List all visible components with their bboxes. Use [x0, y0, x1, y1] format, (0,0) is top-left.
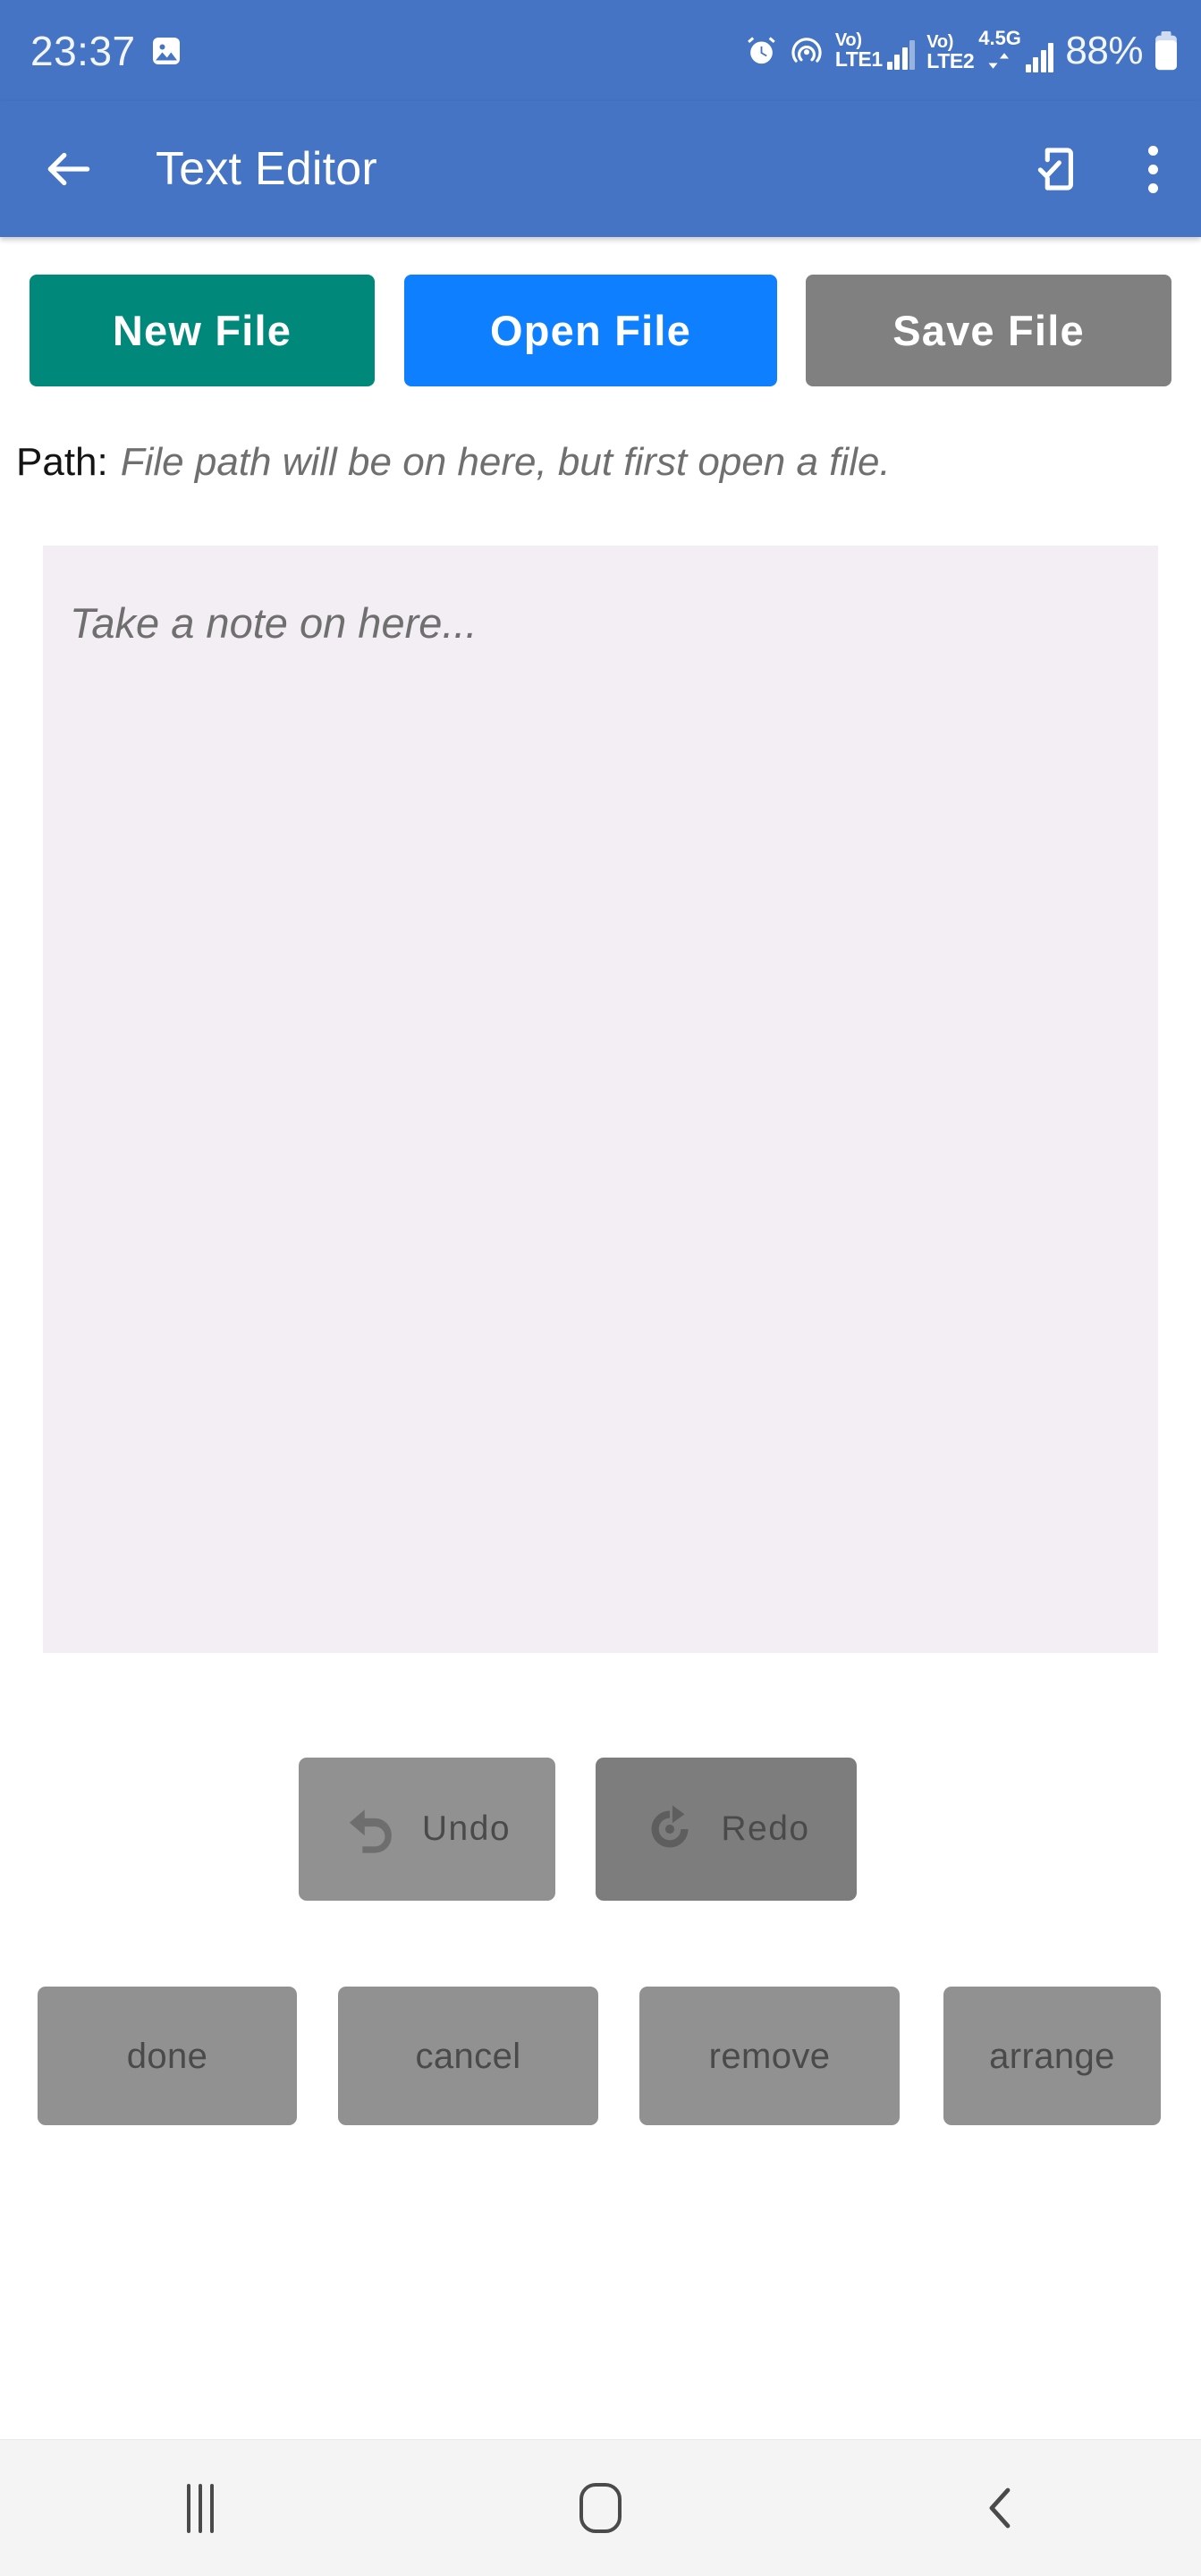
open-file-button[interactable]: Open File: [404, 275, 777, 386]
status-bar-right: Vo) LTE1 Vo) LTE2 4.5G 88%: [745, 27, 1178, 73]
cancel-button[interactable]: cancel: [338, 1987, 598, 2125]
app-bar: Text Editor: [0, 101, 1201, 237]
redo-button[interactable]: Redo: [596, 1758, 857, 1901]
home-icon[interactable]: [520, 2440, 681, 2576]
sim2-network-label: LTE2: [926, 49, 975, 73]
app-bar-actions: [1032, 135, 1174, 204]
file-actions-row: New File Open File Save File: [0, 275, 1201, 394]
hotspot-icon: [790, 34, 824, 68]
recents-icon[interactable]: [120, 2440, 281, 2576]
alarm-icon: [745, 34, 778, 67]
save-file-button[interactable]: Save File: [806, 275, 1171, 386]
path-value: File path will be on here, but first ope…: [120, 440, 891, 484]
arrow-left-icon[interactable]: [41, 141, 97, 197]
file-path-row: Path: File path will be on here, but fir…: [16, 440, 1179, 485]
volte-sim2-icon: Vo) LTE2 4.5G: [926, 27, 1054, 73]
new-file-button[interactable]: New File: [30, 275, 375, 386]
status-bar: 23:37 Vo) LTE1 Vo) LTE2 4.5G 88%: [0, 0, 1201, 101]
battery-icon: [1154, 30, 1178, 71]
nav-back-icon[interactable]: [920, 2440, 1081, 2576]
phone-screen: 23:37 Vo) LTE1 Vo) LTE2 4.5G 88% Text Ed…: [0, 0, 1201, 2576]
sim2-speed-label: 4.5G: [978, 27, 1021, 50]
action-buttons-row: done cancel remove arrange: [0, 1987, 1201, 2125]
kebab-menu-icon[interactable]: [1132, 135, 1174, 204]
undo-button[interactable]: Undo: [299, 1758, 555, 1901]
undo-arrow-icon: [343, 1801, 399, 1857]
battery-percent-label: 88%: [1065, 28, 1143, 72]
sim1-volte-label: Vo): [834, 30, 862, 50]
sim2-volte-label: Vo): [926, 31, 954, 52]
data-transfer-icon: [986, 49, 1013, 72]
history-row: Undo Redo: [0, 1758, 1201, 1905]
arrange-button[interactable]: arrange: [943, 1987, 1161, 2125]
redo-label: Redo: [721, 1809, 810, 1848]
sim1-network-label: LTE1: [834, 47, 883, 71]
signal-sim2-icon: [1025, 42, 1054, 72]
done-button[interactable]: done: [38, 1987, 297, 2125]
page-title: Text Editor: [156, 143, 377, 195]
phone-check-icon[interactable]: [1032, 144, 1082, 194]
image-icon: [150, 35, 182, 67]
android-nav-bar: [0, 2439, 1201, 2576]
signal-sim1-icon: [886, 39, 916, 71]
volte-sim1-icon: Vo) LTE1: [834, 30, 916, 71]
undo-label: Undo: [421, 1809, 512, 1848]
remove-button[interactable]: remove: [639, 1987, 900, 2125]
note-textarea[interactable]: [43, 546, 1158, 1653]
status-bar-left: 23:37: [30, 30, 182, 72]
status-bar-clock: 23:37: [30, 27, 136, 74]
path-label: Path:: [16, 440, 108, 484]
redo-arrow-icon: [642, 1801, 698, 1857]
